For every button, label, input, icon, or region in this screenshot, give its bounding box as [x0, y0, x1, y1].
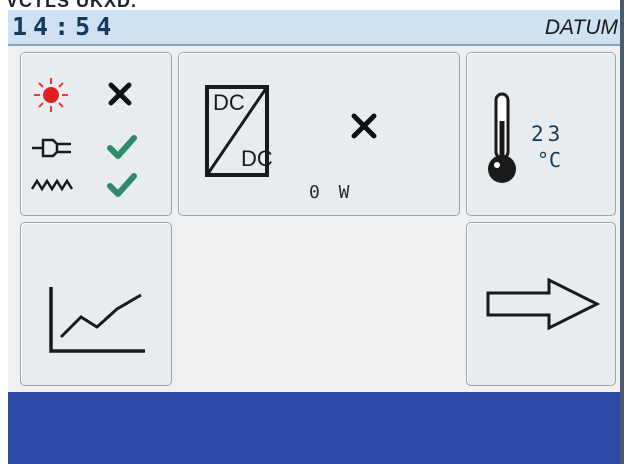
temperature-unit: °C	[537, 148, 562, 172]
graph-button[interactable]	[20, 222, 172, 386]
plug-icon	[32, 138, 71, 158]
footer-bar	[8, 392, 624, 464]
dcdc-converter-panel[interactable]: DC DC 0 W	[178, 52, 460, 216]
device-screen: 14:54 DATUM DC DC 0 W 23 °C	[8, 10, 624, 464]
check-icon	[107, 173, 137, 197]
power-output-value: 0 W	[309, 182, 354, 203]
grid-wave-icon	[31, 178, 74, 192]
dcdc-bottom-label: DC	[241, 146, 273, 171]
arrow-right-icon	[486, 277, 601, 331]
check-icon	[107, 135, 137, 159]
system-status-panel[interactable]	[20, 52, 172, 216]
sun-icon	[34, 78, 68, 112]
cross-icon	[351, 113, 377, 139]
content-area	[178, 222, 458, 384]
screen-bezel	[620, 0, 624, 464]
temperature-value: 23	[531, 122, 565, 146]
status-bar: 14:54 DATUM	[8, 10, 624, 46]
cross-icon	[108, 82, 132, 106]
next-button[interactable]	[466, 222, 616, 386]
line-chart-icon	[49, 287, 145, 353]
thermometer-icon	[488, 92, 516, 183]
date-label[interactable]: DATUM	[545, 16, 618, 40]
dcdc-top-label: DC	[213, 90, 245, 115]
temperature-panel[interactable]: 23 °C	[466, 52, 616, 216]
clock: 14:54	[12, 12, 118, 41]
